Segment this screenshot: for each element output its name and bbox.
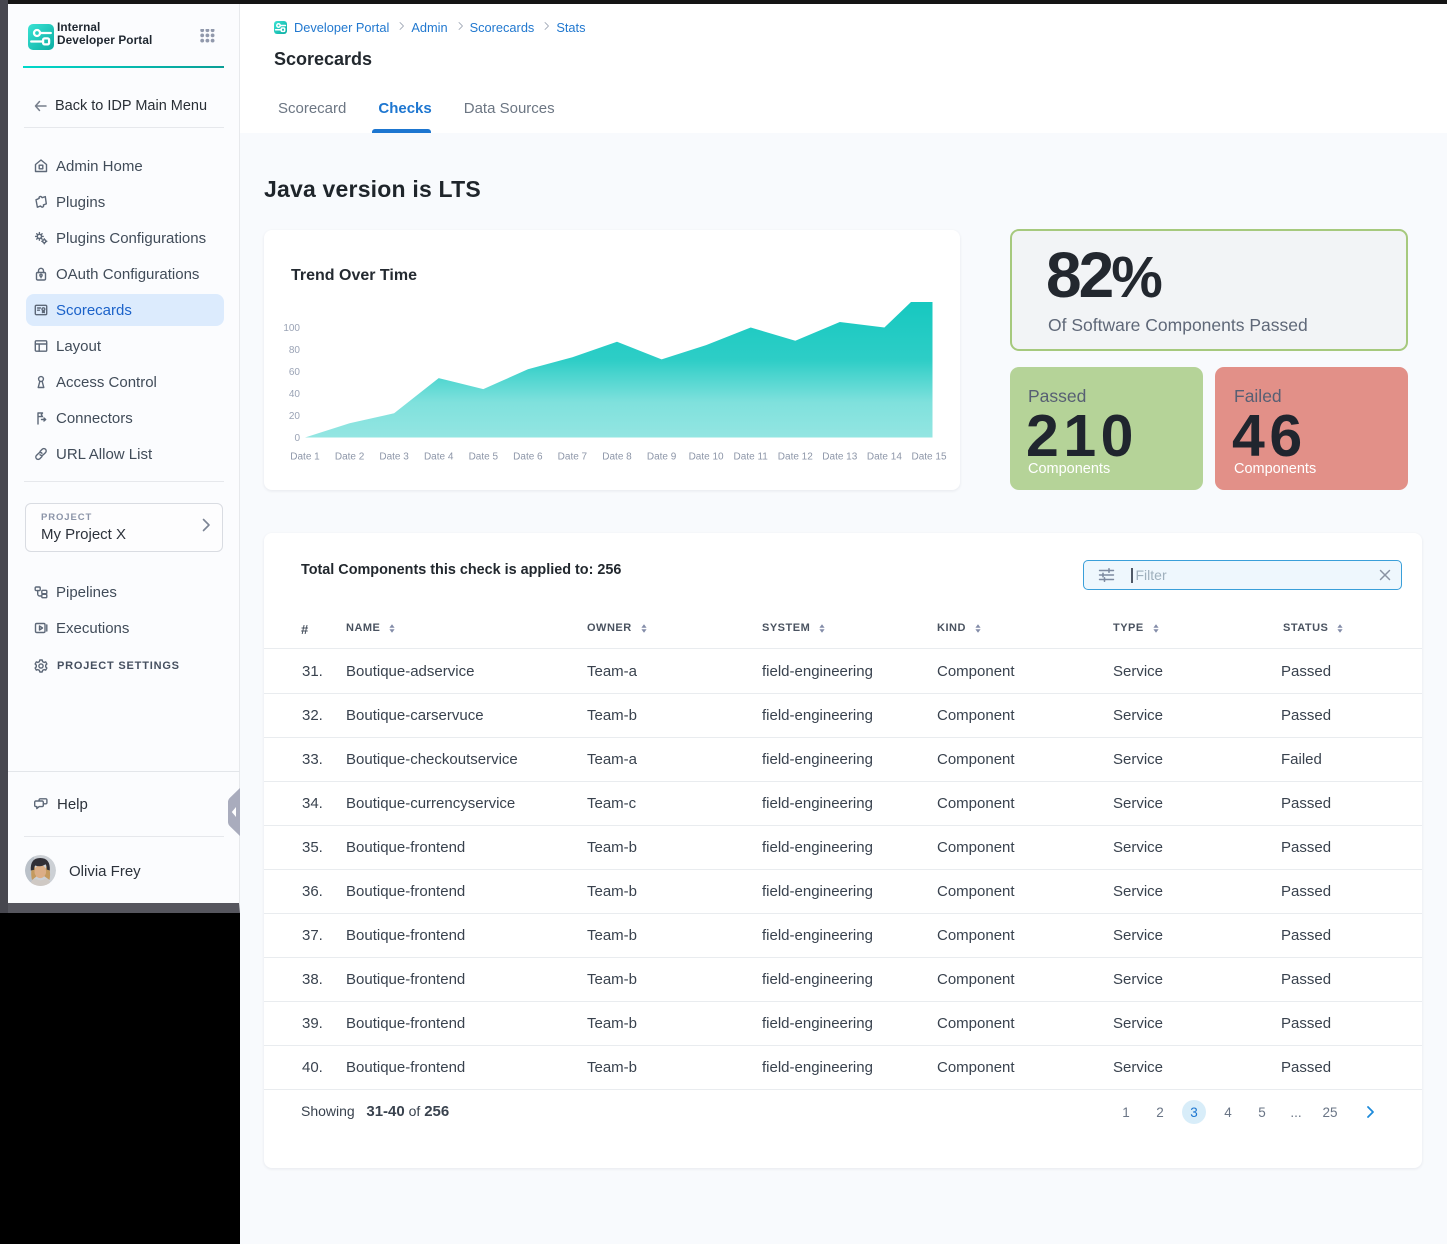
svg-text:40: 40 xyxy=(289,389,301,400)
svg-text:Date 4: Date 4 xyxy=(424,452,454,463)
svg-text:Date 11: Date 11 xyxy=(734,452,769,463)
svg-text:Date 12: Date 12 xyxy=(778,452,813,463)
svg-text:Date 7: Date 7 xyxy=(558,452,588,463)
svg-text:Date 14: Date 14 xyxy=(867,452,902,463)
svg-text:Date 5: Date 5 xyxy=(469,452,499,463)
svg-text:Date 1: Date 1 xyxy=(290,452,320,463)
svg-text:Date 10: Date 10 xyxy=(689,452,724,463)
svg-text:20: 20 xyxy=(289,411,301,422)
svg-text:Date 9: Date 9 xyxy=(647,452,677,463)
svg-text:80: 80 xyxy=(289,345,301,356)
svg-text:Date 13: Date 13 xyxy=(822,452,857,463)
svg-text:Date 15: Date 15 xyxy=(911,452,946,463)
svg-text:100: 100 xyxy=(283,323,300,334)
svg-text:Date 8: Date 8 xyxy=(602,452,632,463)
svg-text:60: 60 xyxy=(289,367,301,378)
svg-text:Date 3: Date 3 xyxy=(379,452,409,463)
svg-text:0: 0 xyxy=(294,433,300,444)
svg-text:Date 2: Date 2 xyxy=(335,452,365,463)
svg-text:Date 6: Date 6 xyxy=(513,452,543,463)
